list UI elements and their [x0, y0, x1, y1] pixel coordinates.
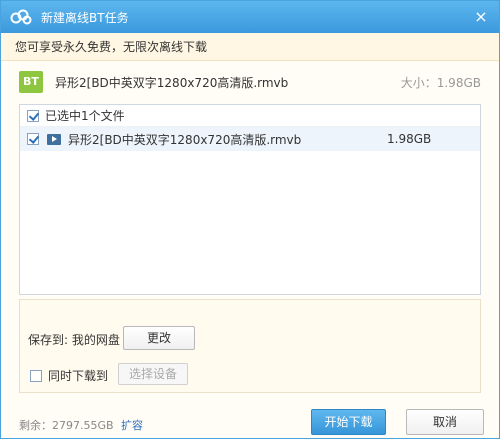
video-file-icon — [47, 133, 61, 145]
close-icon[interactable]: × — [471, 7, 491, 27]
new-offline-bt-task-dialog: 新建离线BT任务 × 您可享受永久免费，无限次离线下载 BT 异形2[BD中英双… — [0, 0, 500, 439]
save-panel: 保存到: 我的网盘 更改 同时下载到 选择设备 — [19, 299, 481, 393]
file-row[interactable]: 异形2[BD中英双字1280x720高清版.rmvb 1.98GB — [20, 127, 480, 151]
sync-download-label: 同时下载到 — [48, 369, 109, 383]
file-header: BT 异形2[BD中英双字1280x720高清版.rmvb 大小：1.98GB — [1, 61, 499, 101]
cancel-button[interactable]: 取消 — [406, 409, 484, 435]
free-notice: 您可享受永久免费，无限次离线下载 — [1, 33, 499, 61]
remaining-space: 剩余：2797.55GB — [19, 419, 114, 432]
select-all-row[interactable]: 已选中1个文件 — [20, 105, 480, 127]
save-location-label: 保存到: 我的网盘 — [28, 333, 120, 347]
file-list: 已选中1个文件 异形2[BD中英双字1280x720高清版.rmvb 1.98G… — [19, 104, 481, 295]
torrent-size: 大小：1.98GB — [400, 76, 481, 90]
change-location-button[interactable]: 更改 — [123, 326, 195, 350]
bt-file-icon: BT — [19, 71, 43, 93]
torrent-name: 异形2[BD中英双字1280x720高清版.rmvb — [55, 76, 289, 90]
sync-download-row[interactable]: 同时下载到 — [30, 367, 108, 384]
select-device-button[interactable]: 选择设备 — [118, 363, 188, 385]
sync-download-checkbox[interactable] — [30, 369, 42, 382]
title-bar: 新建离线BT任务 × — [1, 1, 499, 33]
start-download-button[interactable]: 开始下载 — [311, 409, 386, 435]
select-all-label: 已选中1个文件 — [45, 109, 125, 123]
expand-storage-link[interactable]: 扩容 — [121, 417, 143, 433]
file-row-name: 异形2[BD中英双字1280x720高清版.rmvb — [68, 132, 302, 147]
file-row-size: 1.98GB — [387, 132, 432, 146]
select-all-checkbox[interactable] — [27, 109, 39, 122]
cloud-link-icon — [10, 9, 32, 25]
file-checkbox[interactable] — [27, 133, 39, 145]
footer: 剩余：2797.55GB 扩容 开始下载 取消 — [1, 393, 499, 438]
window-title: 新建离线BT任务 — [41, 10, 129, 25]
